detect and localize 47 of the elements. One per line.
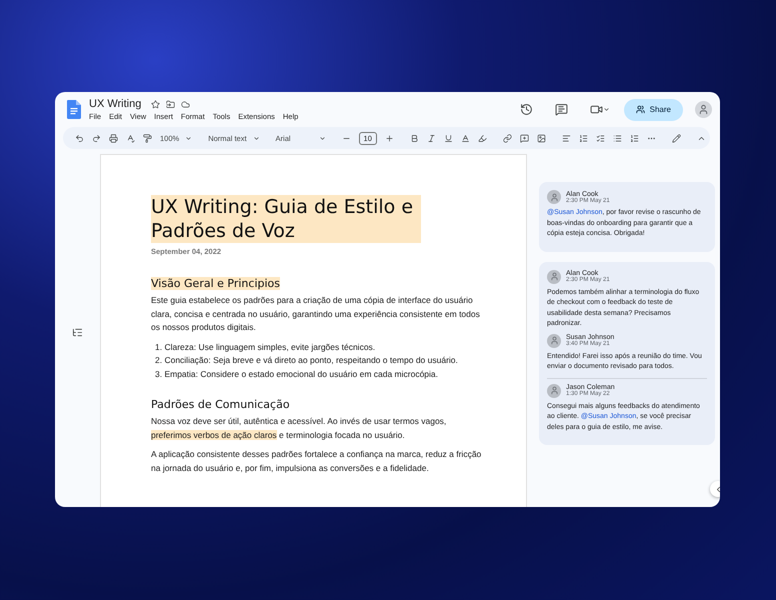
paragraph: A aplicação consistente desses padrões fortalece a confiança na marca, reduz a fricção na jornada do usuário e, por fim, impulsiona as conversões e a fidelidade. bbox=[151, 448, 482, 475]
document-title[interactable]: UX Writing bbox=[89, 98, 142, 110]
caret-icon bbox=[318, 134, 326, 142]
italic-icon[interactable] bbox=[426, 134, 436, 142]
history-icon[interactable] bbox=[520, 103, 533, 116]
avatar-icon bbox=[547, 270, 561, 284]
document-heading: UX Writing: Guia de Estilo e Padrões de Voz bbox=[151, 195, 421, 243]
list-item: 2. Conciliação: Seja breve e vá direto ao ponto, respeitando o tempo do usuário. bbox=[155, 354, 459, 367]
spellcheck-icon[interactable] bbox=[126, 134, 135, 142]
star-icon[interactable] bbox=[151, 100, 160, 108]
caret-icon bbox=[185, 134, 192, 142]
checklist-icon[interactable] bbox=[596, 134, 605, 142]
undo-icon[interactable] bbox=[75, 134, 84, 142]
align-left-icon[interactable] bbox=[562, 134, 571, 142]
line-spacing-icon[interactable] bbox=[578, 134, 588, 142]
redo-icon[interactable] bbox=[92, 134, 101, 142]
print-icon[interactable] bbox=[109, 134, 118, 142]
cloud-icon[interactable] bbox=[181, 100, 190, 108]
avatar-icon bbox=[547, 190, 561, 204]
video-call-icon[interactable] bbox=[590, 103, 610, 116]
pencil-icon[interactable] bbox=[672, 134, 681, 142]
list-item: 1. Clareza: Use linguagem simples, evite jargões técnicos. bbox=[155, 340, 376, 354]
image-icon[interactable] bbox=[536, 134, 546, 142]
highlighter-icon[interactable] bbox=[478, 134, 487, 142]
link-icon[interactable] bbox=[502, 134, 512, 142]
add-comment-icon[interactable] bbox=[520, 134, 529, 142]
paragraph: Este guia estabelece os padrões para a criação de uma cópia de interface do usuário clara, concisa e centrada no usuário, garantindo uma experiência consistente em todos os nossos produtos digitais. bbox=[151, 294, 481, 334]
caret-icon bbox=[252, 134, 260, 142]
section-heading: Visão Geral e Principios bbox=[151, 277, 280, 290]
bullet-list-icon[interactable] bbox=[612, 134, 622, 142]
text-color-icon[interactable] bbox=[460, 134, 470, 142]
bold-icon[interactable] bbox=[410, 134, 419, 142]
paint-format-icon[interactable] bbox=[143, 134, 152, 142]
avatar-icon bbox=[547, 384, 561, 398]
section-heading: Padrões de Comunicação bbox=[151, 398, 290, 411]
avatar-icon bbox=[547, 334, 561, 348]
list-item: 3. Empatia: Considere o estado emocional do usuário em cada microcópia. bbox=[155, 368, 440, 381]
avatar-icon[interactable] bbox=[695, 101, 712, 118]
underline-icon[interactable] bbox=[444, 134, 453, 142]
people-icon bbox=[636, 105, 645, 114]
paragraph: Nossa voz deve ser útil, autêntica e acessível. Ao invés de usar termos vagos, preferimos verbos de ação claros e terminologia focada no usuário. bbox=[151, 415, 448, 442]
plus-icon[interactable] bbox=[384, 134, 394, 142]
comment-icon[interactable] bbox=[554, 103, 568, 116]
numbered-list-icon[interactable] bbox=[630, 134, 639, 142]
document-logo-icon bbox=[67, 100, 81, 119]
share-button[interactable]: Share bbox=[624, 98, 683, 120]
folder-icon[interactable] bbox=[166, 100, 176, 108]
